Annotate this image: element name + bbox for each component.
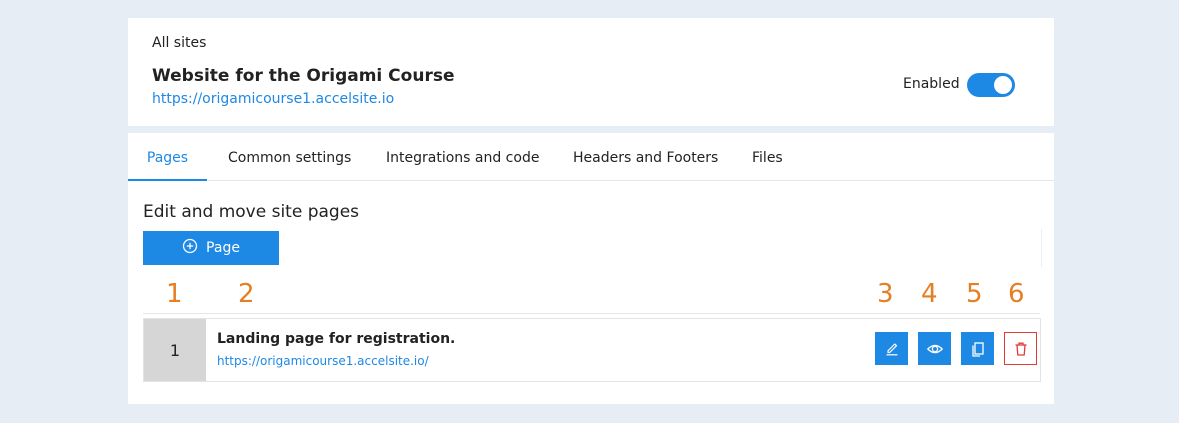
site-status-label: Enabled <box>903 76 960 92</box>
copy-page-button[interactable] <box>961 332 994 365</box>
edit-page-button[interactable] <box>875 332 908 365</box>
add-page-label: Page <box>206 240 240 256</box>
toggle-knob <box>994 76 1012 94</box>
breadcrumb[interactable]: All sites <box>152 35 206 51</box>
site-header-card: All sites Website for the Origami Course… <box>128 18 1054 126</box>
annotation-marker-6: 6 <box>1008 279 1025 309</box>
delete-page-button[interactable] <box>1004 332 1037 365</box>
copy-icon <box>969 340 987 358</box>
tab-files[interactable]: Files <box>752 133 783 179</box>
eye-icon <box>926 340 944 358</box>
divider <box>143 313 1040 314</box>
tab-pages[interactable]: Pages <box>128 133 207 181</box>
page-url-link[interactable]: https://origamicourse1.accelsite.io/ <box>217 354 429 368</box>
divider <box>1041 229 1042 267</box>
annotation-marker-3: 3 <box>877 279 894 309</box>
annotation-marker-1: 1 <box>166 279 183 309</box>
page-number[interactable]: 1 <box>144 319 206 381</box>
plus-circle-icon <box>182 238 198 258</box>
site-enabled-toggle[interactable] <box>967 73 1015 97</box>
preview-page-button[interactable] <box>918 332 951 365</box>
section-heading: Edit and move site pages <box>143 202 360 222</box>
annotation-marker-5: 5 <box>966 279 983 309</box>
pencil-icon <box>883 340 901 358</box>
tab-headers-and-footers[interactable]: Headers and Footers <box>573 133 718 179</box>
add-page-button[interactable]: Page <box>143 231 279 265</box>
page-title: Landing page for registration. <box>217 331 456 347</box>
tab-bar: Pages Common settings Integrations and c… <box>128 133 1054 181</box>
annotation-marker-2: 2 <box>238 279 255 309</box>
site-title: Website for the Origami Course <box>152 66 455 86</box>
site-pages-card: Pages Common settings Integrations and c… <box>128 133 1054 404</box>
trash-icon <box>1012 340 1030 358</box>
annotation-marker-4: 4 <box>921 279 938 309</box>
tab-common-settings[interactable]: Common settings <box>228 133 351 179</box>
page-row[interactable]: 1 Landing page for registration. https:/… <box>143 318 1041 382</box>
site-url-link[interactable]: https://origamicourse1.accelsite.io <box>152 91 394 107</box>
tab-integrations-and-code[interactable]: Integrations and code <box>386 133 539 179</box>
